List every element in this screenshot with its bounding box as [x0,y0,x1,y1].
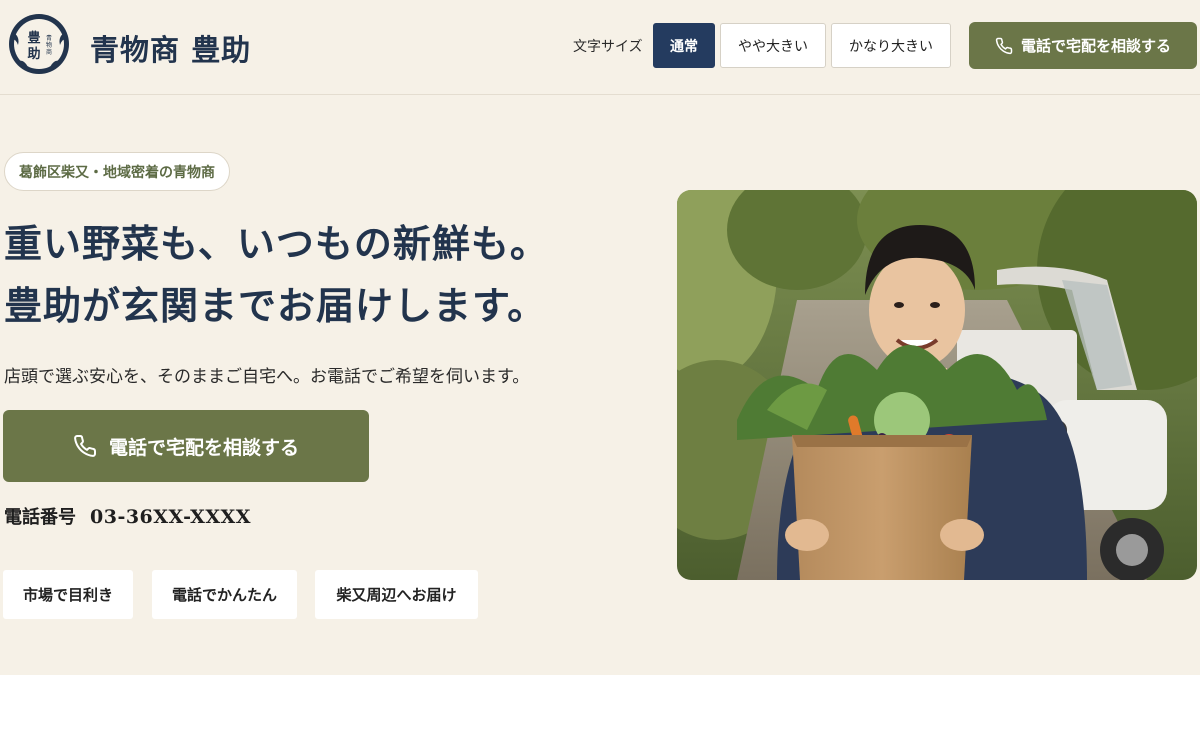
site-header: 豊 助 青 物 商 青物商 豊助 文字サイズ 通常 やや大きい かなり大きい 電… [0,0,1200,95]
phone-icon [995,37,1013,54]
svg-text:青: 青 [46,34,52,42]
feature-badge: 柴又周辺へお届け [315,570,478,619]
svg-text:豊: 豊 [27,30,40,46]
font-size-normal-button[interactable]: 通常 [653,23,715,68]
hero-headline: 重い野菜も、いつもの新鮮も。 豊助が玄関までお届けします。 [4,213,644,337]
phone-label: 電話番号 [4,507,76,528]
phone-info: 電話番号 03-36XX-XXXX [4,503,251,529]
phone-icon [74,434,96,457]
feature-badge: 市場で目利き [3,570,133,619]
header-call-button[interactable]: 電話で宅配を相談する [969,22,1197,69]
house-crest-logo[interactable]: 豊 助 青 物 商 [8,13,70,75]
page: 豊 助 青 物 商 青物商 豊助 文字サイズ 通常 やや大きい かなり大きい 電… [0,0,1200,753]
svg-text:物: 物 [46,41,52,49]
font-size-label: 文字サイズ [573,39,643,55]
hero-subtext: 店頭で選ぶ安心を、そのままご自宅へ。お電話でご希望を伺います。 [4,367,530,387]
hero-section: 葛飾区柴又・地域密着の青物商 重い野菜も、いつもの新鮮も。 豊助が玄関までお届け… [0,95,1200,675]
phone-number[interactable]: 03-36XX-XXXX [90,506,251,528]
header-call-button-label: 電話で宅配を相談する [1020,37,1171,55]
delivery-man-with-vegetable-bag-photo [677,190,1197,580]
svg-text:助: 助 [27,46,40,62]
headline-line-2: 豊助が玄関までお届けします。 [4,283,547,328]
font-size-xlarge-button[interactable]: かなり大きい [831,23,951,68]
location-tag: 葛飾区柴又・地域密着の青物商 [4,152,230,191]
hero-call-button-label: 電話で宅配を相談する [108,436,299,459]
headline-line-1: 重い野菜も、いつもの新鮮も。 [4,221,549,266]
hero-call-button[interactable]: 電話で宅配を相談する [3,410,369,482]
feature-badge: 電話でかんたん [152,570,297,619]
font-size-large-button[interactable]: やや大きい [720,23,826,68]
brand-name[interactable]: 青物商 豊助 [90,27,251,69]
svg-text:商: 商 [46,48,52,56]
